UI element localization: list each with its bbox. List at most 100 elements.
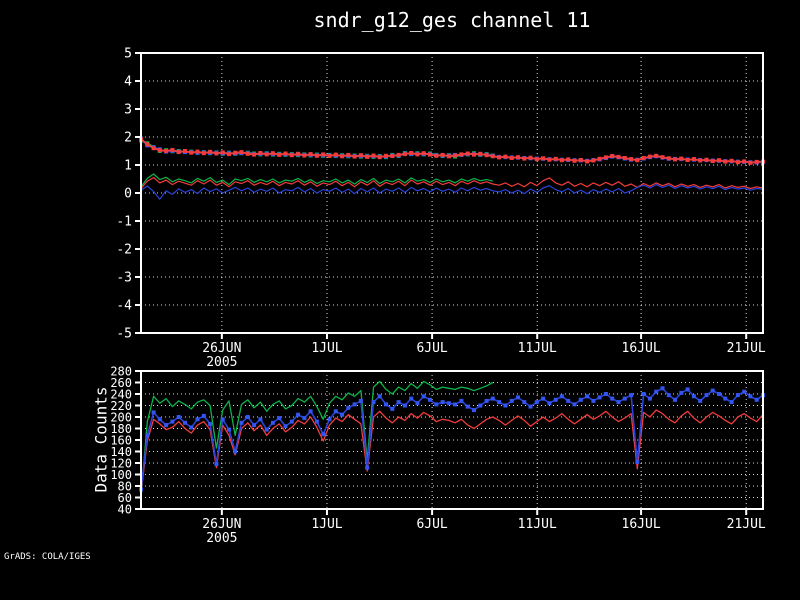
data-point-marker: [534, 400, 539, 405]
data-point-marker: [264, 152, 269, 157]
data-point-marker: [629, 393, 634, 398]
data-point-marker: [384, 153, 388, 158]
data-point-marker: [402, 152, 407, 157]
data-point-marker: [660, 386, 665, 391]
data-point-marker: [340, 412, 345, 417]
data-point-marker: [170, 147, 175, 152]
data-point-marker: [516, 155, 520, 160]
x-tick-label: 11JUL: [518, 517, 557, 532]
data-point-marker: [673, 157, 677, 162]
data-point-marker: [214, 151, 219, 156]
data-point-marker: [522, 400, 527, 405]
x-tick-label: 21JUL: [727, 341, 766, 356]
series-red-marker-series-markers: [139, 137, 765, 165]
data-point-marker: [446, 401, 451, 406]
data-point-marker: [270, 151, 275, 156]
data-point-marker: [717, 392, 721, 396]
data-point-marker: [603, 155, 608, 160]
series-green-line-series-line: [140, 173, 493, 188]
data-point-marker: [723, 159, 728, 164]
series-blue-line-series-line: [140, 184, 764, 200]
data-point-marker: [685, 387, 690, 392]
data-point-marker: [635, 459, 640, 464]
y-tick-label: 2: [124, 131, 132, 146]
data-point-marker: [402, 403, 407, 408]
data-point-marker: [352, 402, 357, 407]
data-point-marker: [289, 419, 294, 424]
data-point-marker: [258, 417, 263, 422]
data-point-marker: [528, 155, 533, 160]
data-point-marker: [384, 402, 388, 407]
data-point-marker: [283, 151, 288, 156]
data-point-marker: [553, 397, 558, 402]
data-point-marker: [754, 397, 759, 402]
data-point-marker: [673, 397, 677, 402]
data-point-marker: [509, 156, 514, 160]
x-tick-sublabel: 2005: [206, 531, 237, 546]
data-point-marker: [484, 153, 489, 158]
data-point-marker: [157, 148, 162, 153]
data-point-marker: [183, 420, 187, 425]
data-point-marker: [239, 420, 244, 425]
data-point-marker: [195, 417, 200, 422]
data-point-marker: [239, 150, 244, 155]
data-point-marker: [710, 159, 715, 164]
chart-title: sndr_g12_ges channel 11: [313, 8, 591, 32]
x-tick-label: 6JUL: [416, 517, 447, 532]
data-point-marker: [277, 152, 282, 157]
data-point-marker: [164, 149, 169, 153]
data-point-marker: [220, 150, 225, 155]
data-point-marker: [170, 419, 175, 424]
data-point-marker: [145, 433, 150, 438]
data-point-marker: [616, 400, 621, 405]
data-point-marker: [522, 156, 527, 161]
data-point-marker: [396, 400, 401, 405]
data-point-marker: [227, 427, 231, 432]
x-tick-label: 16JUL: [622, 341, 661, 356]
data-point-marker: [371, 400, 376, 405]
bottom-panel-ylabel: Data Counts: [91, 386, 111, 493]
data-point-marker: [277, 416, 282, 421]
data-point-marker: [585, 159, 590, 164]
data-point-marker: [321, 432, 326, 437]
data-point-marker: [547, 157, 552, 162]
y-tick-label: 40: [118, 503, 132, 517]
data-point-marker: [327, 154, 332, 158]
data-point-marker: [704, 393, 709, 398]
x-tick-label: 1JUL: [311, 517, 342, 532]
y-tick-label: 5: [124, 47, 132, 62]
data-point-marker: [377, 394, 382, 399]
data-point-marker: [679, 390, 684, 395]
data-point-marker: [490, 396, 495, 401]
y-tick-label: -1: [116, 215, 132, 230]
data-point-marker: [415, 152, 420, 157]
data-point-marker: [503, 403, 508, 408]
data-point-marker: [377, 155, 382, 160]
data-point-marker: [735, 393, 740, 398]
data-point-marker: [541, 156, 546, 161]
data-point-marker: [647, 154, 652, 159]
data-point-marker: [742, 159, 747, 164]
data-point-marker: [497, 155, 502, 160]
data-point-marker: [478, 151, 483, 156]
data-point-marker: [572, 402, 577, 407]
data-point-marker: [534, 157, 539, 162]
data-point-marker: [440, 152, 445, 157]
data-point-marker: [245, 151, 250, 156]
data-point-marker: [233, 150, 238, 155]
data-point-marker: [484, 398, 489, 403]
data-point-marker: [365, 465, 370, 470]
data-point-marker: [553, 156, 558, 161]
data-point-marker: [296, 412, 301, 417]
data-point-marker: [208, 421, 213, 426]
data-point-marker: [415, 401, 420, 406]
data-point-marker: [610, 396, 615, 401]
data-point-marker: [214, 462, 219, 467]
y-tick-label: 3: [124, 103, 132, 118]
data-point-marker: [258, 151, 263, 155]
data-point-marker: [516, 395, 520, 400]
y-tick-label: -2: [116, 243, 132, 258]
data-point-marker: [264, 427, 269, 432]
data-point-marker: [704, 157, 709, 162]
data-point-marker: [390, 406, 395, 411]
